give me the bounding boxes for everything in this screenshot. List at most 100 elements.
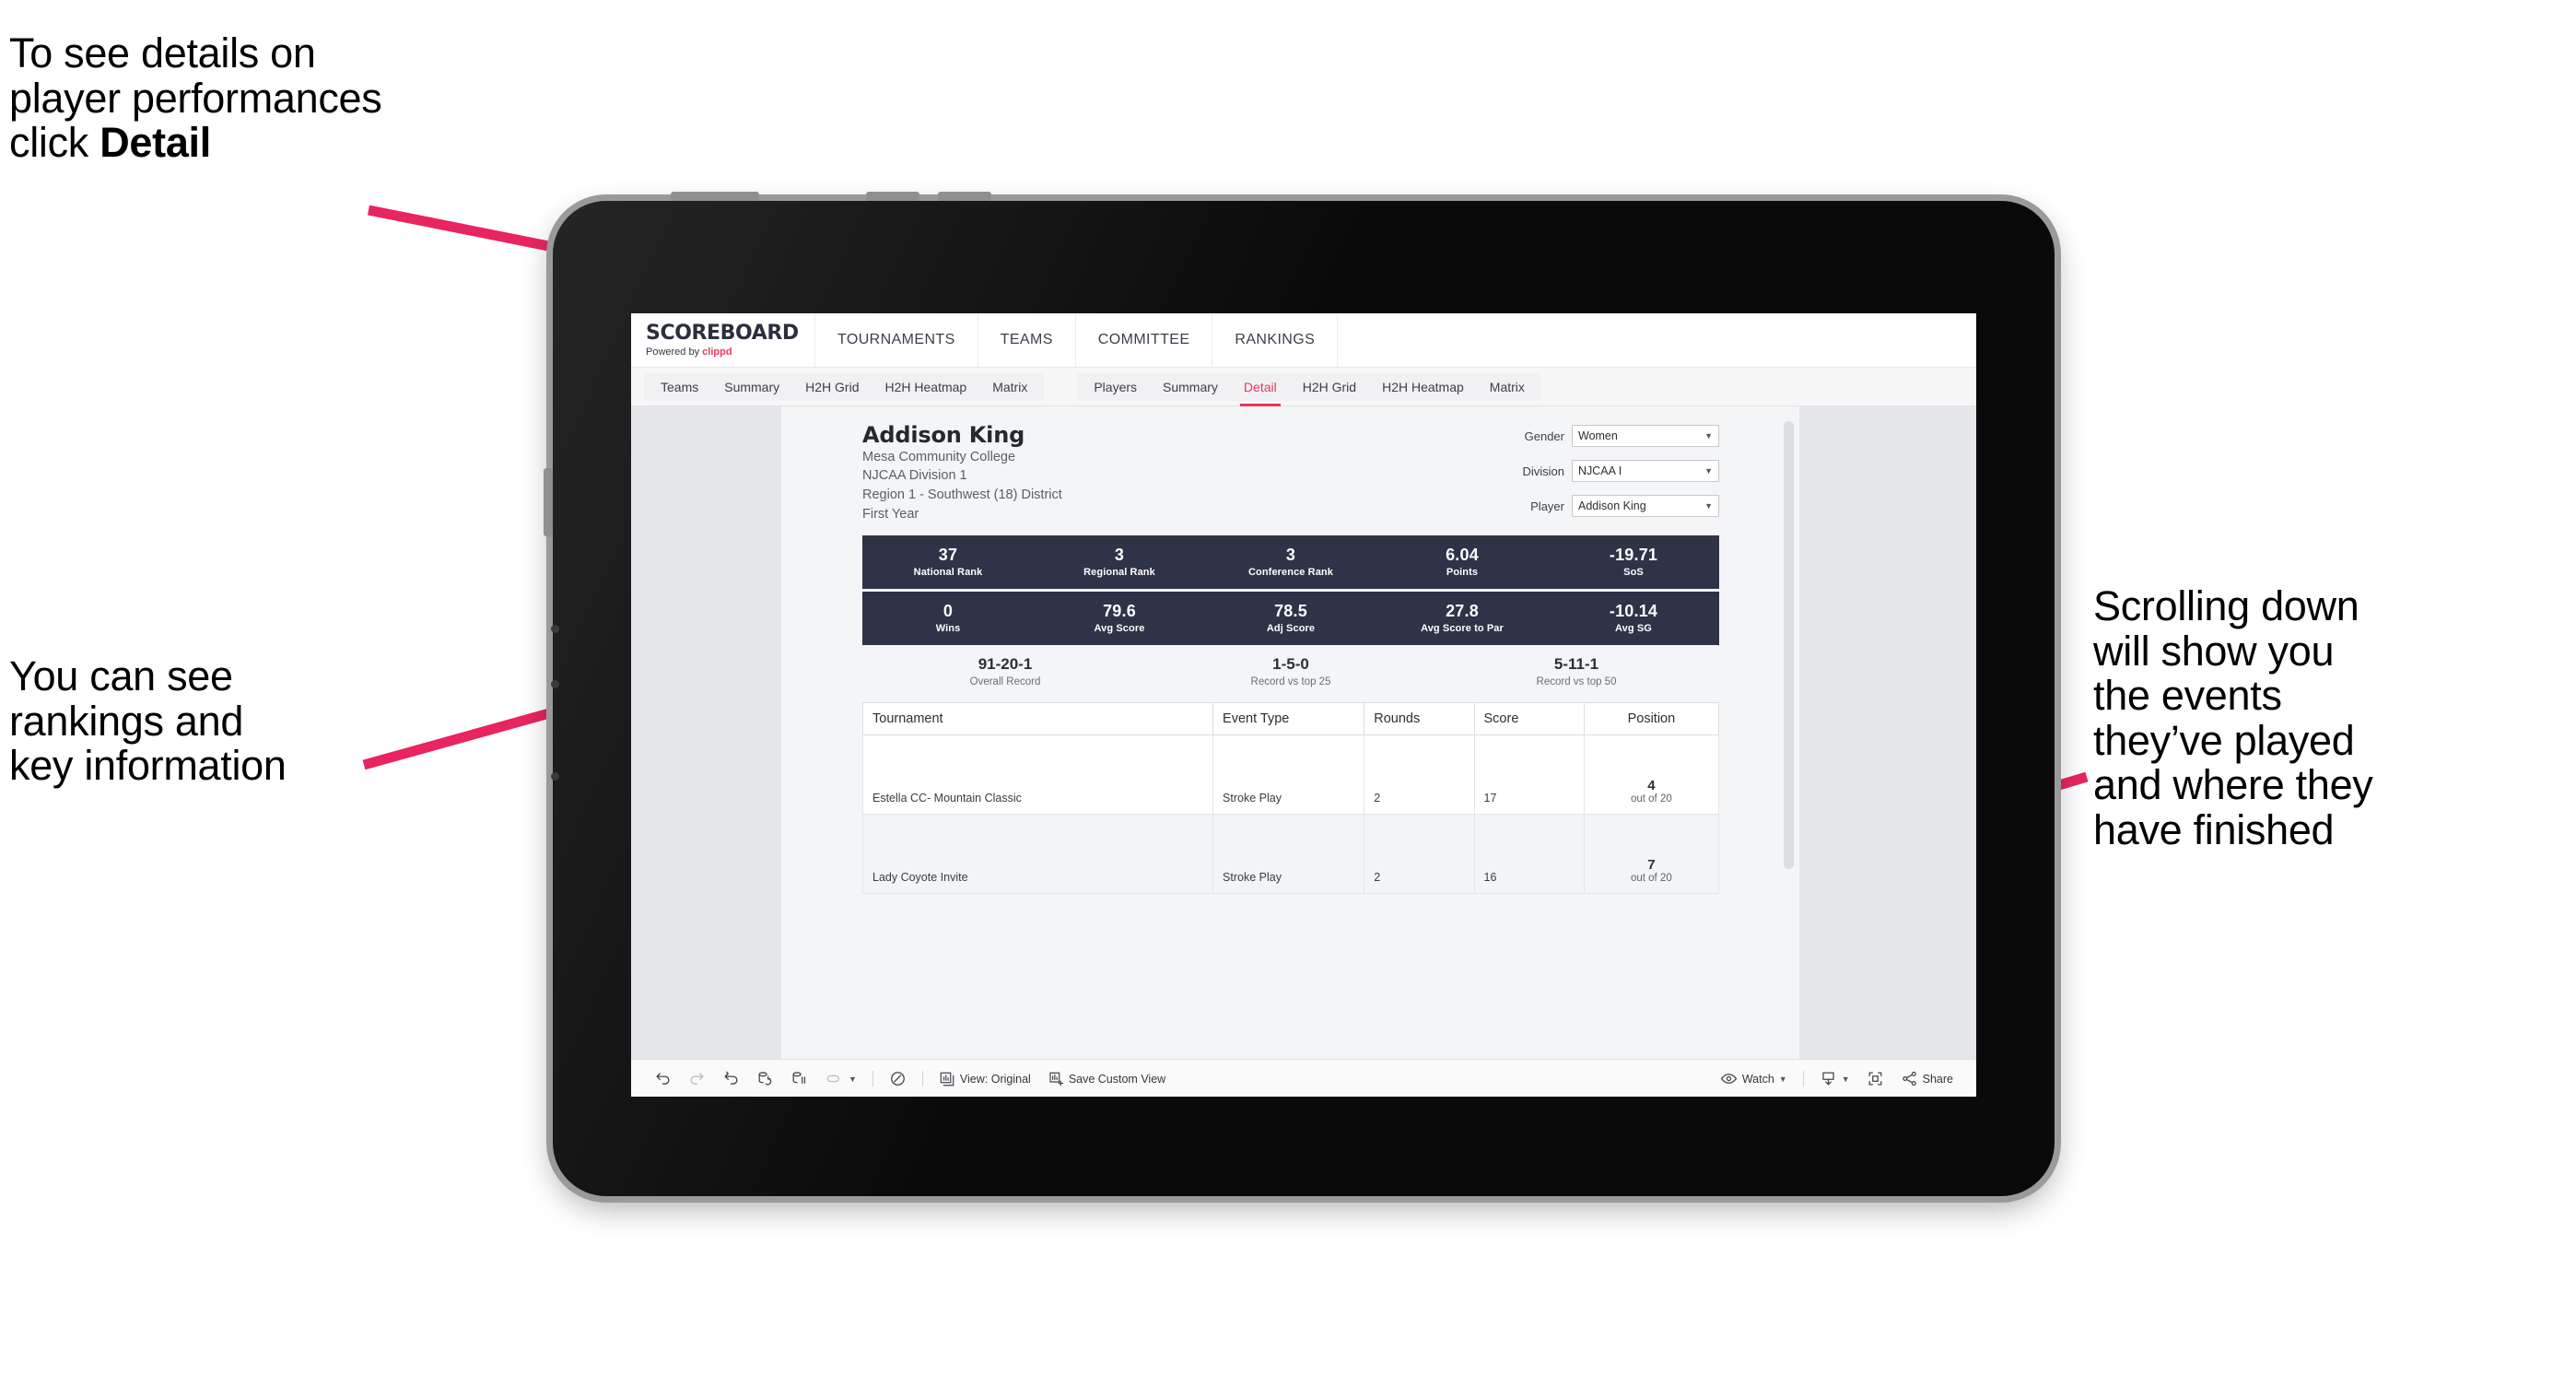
- revert-button[interactable]: [714, 1070, 748, 1087]
- stat-conference-rank: 3 Conference Rank: [1205, 535, 1376, 589]
- col-score[interactable]: Score: [1473, 702, 1585, 735]
- visualization-body: Addison King Mesa Community College NJCA…: [631, 406, 1976, 1097]
- sub-navigation-bar: Teams Summary H2H Grid H2H Heatmap Matri…: [631, 368, 1976, 406]
- share-button[interactable]: Share: [1892, 1070, 1961, 1087]
- tournaments-table: Tournament Event Type Rounds Score Posit…: [861, 702, 1720, 894]
- stat-avg-sg: -10.14 Avg SG: [1548, 592, 1719, 645]
- pause-resume-icon[interactable]: ▼: [816, 1070, 865, 1087]
- player-region: Region 1 - Southwest (18) District: [862, 487, 1062, 503]
- stats-row-primary: 37 National Rank 3 Regional Rank 3 Confe…: [862, 535, 1719, 589]
- record-value: 1-5-0: [1272, 655, 1309, 674]
- watch-button[interactable]: Watch ▼: [1712, 1070, 1796, 1087]
- stat-label: SoS: [1623, 567, 1644, 579]
- stat-regional-rank: 3 Regional Rank: [1034, 535, 1205, 589]
- stat-value: 0: [943, 601, 954, 620]
- table-row[interactable]: Estella CC- Mountain Classic Stroke Play…: [861, 734, 1720, 815]
- stat-value: 78.5: [1274, 601, 1307, 620]
- players-tab-group: Players Summary Detail H2H Grid H2H Heat…: [1077, 372, 1541, 406]
- volume-up-button[interactable]: [866, 192, 919, 201]
- record-vs-top-25: 1-5-0 Record vs top 25: [1148, 645, 1434, 699]
- stat-value: 79.6: [1103, 601, 1136, 620]
- tab-players-summary[interactable]: Summary: [1150, 373, 1231, 401]
- stat-value: 27.8: [1446, 601, 1479, 620]
- logo-tagline-prefix: Powered by: [646, 346, 703, 358]
- player-college: Mesa Community College: [862, 449, 1016, 464]
- save-custom-view-button[interactable]: Save Custom View: [1039, 1071, 1174, 1087]
- filter-division-select[interactable]: NJCAA I ▼: [1572, 460, 1719, 482]
- stat-value: -10.14: [1609, 601, 1658, 620]
- record-value: 91-20-1: [978, 655, 1033, 674]
- record-value: 5-11-1: [1553, 655, 1599, 674]
- undo-button[interactable]: [646, 1070, 680, 1087]
- app-logo[interactable]: SCOREBOARD Powered by clippd: [631, 313, 815, 367]
- logo-tagline: Powered by clippd: [646, 346, 814, 358]
- tab-players-h2h-grid[interactable]: H2H Grid: [1290, 373, 1369, 401]
- player-header-row: Addison King Mesa Community College NJCA…: [862, 419, 1719, 530]
- tab-teams-h2h-heatmap[interactable]: H2H Heatmap: [872, 373, 980, 401]
- dashboard-content: Addison King Mesa Community College NJCA…: [861, 419, 1720, 894]
- fullscreen-button[interactable]: [1858, 1070, 1892, 1087]
- annotation-top-left-bold: Detail: [100, 119, 211, 167]
- tab-players-h2h-heatmap[interactable]: H2H Heatmap: [1369, 373, 1477, 401]
- filter-gender-select[interactable]: Women ▼: [1572, 425, 1719, 447]
- filter-player-select[interactable]: Addison King ▼: [1572, 495, 1719, 517]
- cell-tournament: Lady Coyote Invite: [861, 814, 1214, 894]
- top-nav-tournaments[interactable]: TOURNAMENTS: [815, 313, 978, 367]
- tab-players-detail[interactable]: Detail: [1231, 373, 1290, 406]
- annotation-mid-left: You can see rankings and key information: [9, 652, 287, 790]
- stat-label: Points: [1446, 567, 1479, 579]
- download-button[interactable]: ▼: [1811, 1070, 1858, 1087]
- stat-label: Avg Score: [1094, 623, 1145, 635]
- side-button[interactable]: [544, 468, 553, 536]
- stat-avg-score-to-par: 27.8 Avg Score to Par: [1376, 592, 1548, 645]
- redo-button[interactable]: [680, 1070, 714, 1087]
- stat-label: Adj Score: [1266, 623, 1316, 635]
- chevron-down-icon: ▼: [1704, 466, 1713, 476]
- chevron-down-icon: ▼: [849, 1074, 857, 1084]
- stat-value: 3: [1285, 545, 1296, 564]
- record-label: Overall Record: [969, 675, 1041, 687]
- tab-teams[interactable]: Teams: [648, 373, 711, 401]
- watch-label: Watch: [1741, 1072, 1774, 1086]
- pause-auto-update-icon[interactable]: [782, 1070, 816, 1087]
- tab-teams-matrix[interactable]: Matrix: [979, 373, 1040, 401]
- tab-teams-summary[interactable]: Summary: [711, 373, 792, 401]
- view-original-label: View: Original: [959, 1072, 1031, 1086]
- view-original-button[interactable]: View: Original: [931, 1071, 1039, 1087]
- tab-teams-h2h-grid[interactable]: H2H Grid: [792, 373, 872, 401]
- top-nav-rankings[interactable]: RANKINGS: [1212, 313, 1339, 367]
- cell-event-type: Stroke Play: [1212, 734, 1365, 815]
- filter-player-label: Player: [1530, 499, 1564, 513]
- vertical-scrollbar[interactable]: [1784, 421, 1794, 869]
- record-label: Record vs top 25: [1250, 675, 1331, 687]
- tab-players-matrix[interactable]: Matrix: [1477, 373, 1538, 401]
- refresh-data-source-icon[interactable]: [748, 1070, 782, 1087]
- col-event-type[interactable]: Event Type: [1212, 702, 1365, 735]
- chevron-down-icon: ▼: [1704, 501, 1713, 511]
- stat-adj-score: 78.5 Adj Score: [1205, 592, 1376, 645]
- position-out-of: out of 20: [1630, 873, 1672, 884]
- player-info-block: Addison King Mesa Community College NJCA…: [862, 419, 1062, 523]
- table-row[interactable]: Lady Coyote Invite Stroke Play 2 16 7 ou…: [861, 814, 1720, 894]
- stat-value: 3: [1114, 545, 1125, 564]
- app-header: SCOREBOARD Powered by clippd TOURNAMENTS…: [631, 313, 1976, 368]
- position-out-of: out of 20: [1630, 793, 1672, 805]
- filter-gender: Gender Women ▼: [1489, 425, 1719, 447]
- power-button[interactable]: [671, 192, 759, 201]
- top-nav-committee[interactable]: COMMITTEE: [1076, 313, 1213, 367]
- save-custom-view-label: Save Custom View: [1068, 1072, 1166, 1086]
- stat-national-rank: 37 National Rank: [862, 535, 1034, 589]
- highlight-icon[interactable]: [881, 1070, 915, 1087]
- cell-tournament: Estella CC- Mountain Classic: [861, 734, 1214, 815]
- stat-label: National Rank: [913, 567, 983, 579]
- col-rounds[interactable]: Rounds: [1364, 702, 1475, 735]
- chevron-down-icon: ▼: [1704, 431, 1713, 440]
- stat-label: Avg Score to Par: [1421, 623, 1504, 635]
- volume-down-button[interactable]: [938, 192, 991, 201]
- top-nav-teams[interactable]: TEAMS: [978, 313, 1076, 367]
- col-position[interactable]: Position: [1583, 702, 1720, 735]
- tab-players[interactable]: Players: [1081, 373, 1150, 401]
- col-tournament[interactable]: Tournament: [861, 702, 1214, 735]
- tablet-device-frame: SCOREBOARD Powered by clippd TOURNAMENTS…: [544, 192, 2055, 1196]
- toolbar-divider: [921, 1071, 923, 1086]
